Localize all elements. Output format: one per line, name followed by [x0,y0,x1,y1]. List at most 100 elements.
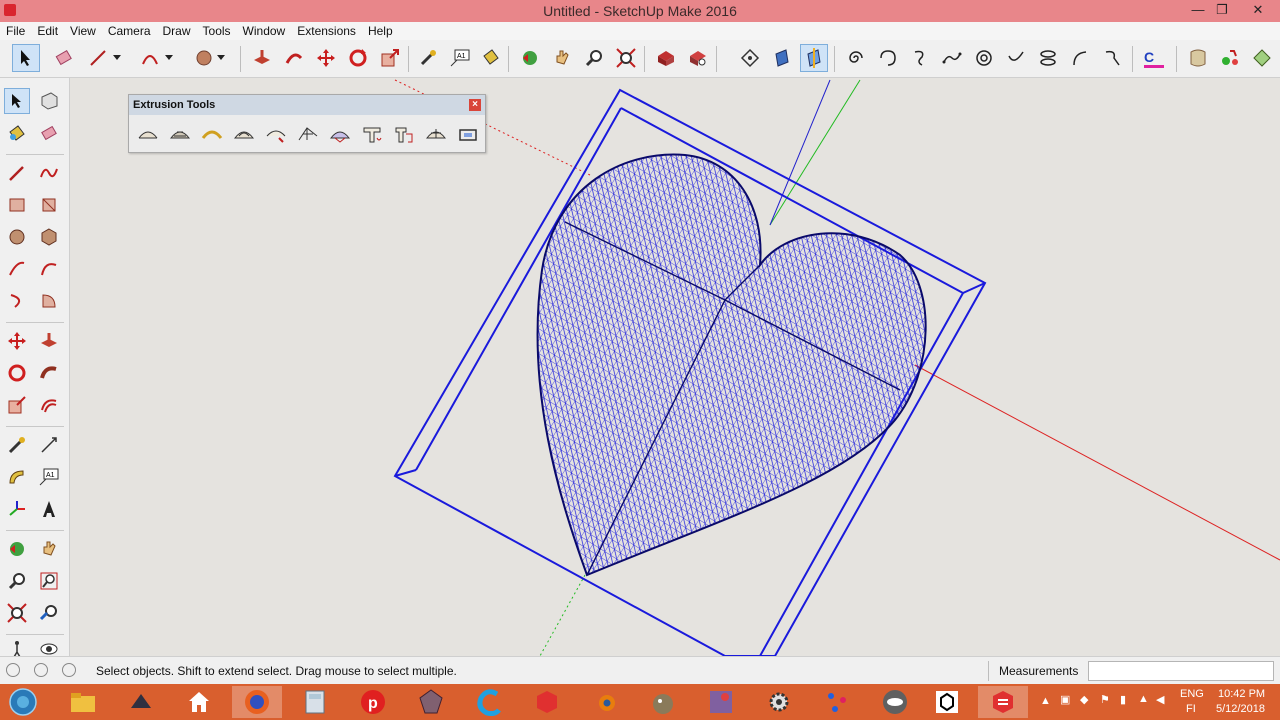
volume-icon[interactable]: ◀ [1156,693,1164,706]
curve-wave-icon[interactable] [938,44,966,72]
styles-icon[interactable] [1248,44,1276,72]
power-icon[interactable]: ▮ [1120,693,1126,706]
extrude-edges-by-loft-icon[interactable] [423,121,449,147]
curve-concentric-icon[interactable] [970,44,998,72]
line-tool-icon[interactable] [84,44,112,72]
network-signal-icon[interactable]: ▲ [1138,693,1149,705]
three-point-arc-icon[interactable] [4,288,30,314]
warehouse-icon[interactable] [652,44,680,72]
freehand-icon[interactable] [36,160,62,186]
settings-gear-icon[interactable] [754,686,804,718]
curve-arc-icon[interactable] [874,44,902,72]
rotate-tool-icon[interactable] [4,360,30,386]
sketchup-layout-icon[interactable] [522,686,572,718]
zoom-window-icon[interactable] [36,568,62,594]
previous-view-icon[interactable] [36,600,62,626]
restore-button[interactable]: ❐ [1208,0,1236,22]
follow-me-icon[interactable] [280,44,308,72]
pie-icon[interactable] [36,288,62,314]
rotate-icon[interactable] [344,44,372,72]
3d-text-icon[interactable] [36,496,62,522]
extrude-edges-by-vector-icon[interactable] [199,121,225,147]
eraser-tool-icon[interactable] [50,44,78,72]
curve-loop-icon[interactable] [1098,44,1126,72]
c-app-icon[interactable] [464,686,514,718]
scale-tool-icon[interactable] [4,392,30,418]
curve-helix-icon[interactable] [1034,44,1062,72]
start-button[interactable] [0,686,46,718]
clock-time[interactable]: 10:42 PM [1218,688,1265,700]
curve-hook-icon[interactable] [906,44,934,72]
panel-close-icon[interactable]: × [469,99,481,111]
pan-hand-icon[interactable] [548,44,576,72]
two-point-arc-icon[interactable] [36,256,62,282]
media-app-icon[interactable] [696,686,746,718]
components-icon[interactable] [1216,44,1244,72]
display-section-cuts-icon[interactable] [800,44,828,72]
curve-bend-icon[interactable] [1066,44,1094,72]
menu-edit[interactable]: Edit [31,22,64,40]
follow-me-tool-icon[interactable] [36,360,62,386]
eye-app-icon[interactable] [870,686,920,718]
select-tool-icon[interactable] [12,44,40,72]
network-app-icon[interactable] [812,686,862,718]
measurements-input[interactable] [1088,661,1274,681]
extension-warehouse-icon[interactable] [684,44,712,72]
pencil-icon[interactable] [4,160,30,186]
tape-measure-icon[interactable] [414,44,442,72]
clock-date[interactable]: 5/12/2018 [1216,703,1265,715]
menu-file[interactable]: File [0,22,31,40]
firefox-icon[interactable] [232,686,282,718]
extension-logo-icon[interactable]: C [1140,44,1168,72]
arc-tool-icon[interactable] [136,44,164,72]
menu-view[interactable]: View [64,22,102,40]
rotated-rectangle-icon[interactable] [36,192,62,218]
eraser-icon[interactable] [36,120,62,146]
extrude-edges-by-rails-to-lattice-icon[interactable] [295,121,321,147]
sandbox-icon[interactable] [1184,44,1212,72]
extrude-edges-by-rails-icon[interactable] [135,121,161,147]
close-button[interactable]: ✕ [1238,0,1278,22]
extrude-edges-by-face-icon[interactable] [167,121,193,147]
make-component-icon[interactable] [36,88,62,114]
zoom-tool-icon[interactable] [4,568,30,594]
circle-icon[interactable] [4,224,30,250]
extrude-with-follow-me-icon[interactable] [391,121,417,147]
paint-icon[interactable] [4,120,30,146]
axes-icon[interactable] [4,496,30,522]
home-icon[interactable] [174,686,224,718]
action-center-flag-icon[interactable]: ⚑ [1100,693,1110,706]
keyboard-layout-indicator[interactable]: FI [1186,703,1196,715]
line-dropdown-chevron-down-icon[interactable] [110,44,124,72]
geolocation-icon[interactable] [6,663,20,677]
extrude-edges-by-rails-by-lathe-icon[interactable] [327,121,353,147]
drawing-area[interactable] [70,78,1280,656]
pan-icon[interactable] [36,536,62,562]
text-label-icon[interactable]: A1 [36,464,62,490]
scale-icon[interactable] [376,44,404,72]
show-hidden-icons-chevron-up-icon[interactable]: ▲ [1040,695,1051,707]
text-tool-icon[interactable]: A1 [446,44,474,72]
tray-app-icon[interactable]: ▣ [1060,693,1070,706]
move-arrows-icon[interactable] [4,328,30,354]
extrude-line-icon[interactable] [359,121,385,147]
app-icon[interactable] [116,686,166,718]
menu-help[interactable]: Help [362,22,399,40]
curve-swoosh-icon[interactable] [1002,44,1030,72]
extrusion-tools-header[interactable]: Extrusion Tools × [129,95,485,115]
file-explorer-icon[interactable] [58,686,108,718]
menu-camera[interactable]: Camera [102,22,157,40]
credits-icon[interactable] [34,663,48,677]
paint-bucket-icon[interactable] [476,44,504,72]
build-roof-icon[interactable] [455,121,481,147]
orbit-icon[interactable] [516,44,544,72]
zoom-icon[interactable] [580,44,608,72]
curve-spiral-icon[interactable] [842,44,870,72]
calculator-icon[interactable] [290,686,340,718]
cube-app-icon[interactable] [922,686,972,718]
language-indicator[interactable]: ENG [1180,688,1204,700]
menu-tools[interactable]: Tools [197,22,237,40]
sketchup-taskbar-icon[interactable] [978,686,1028,718]
menu-draw[interactable]: Draw [157,22,197,40]
move-icon[interactable] [312,44,340,72]
